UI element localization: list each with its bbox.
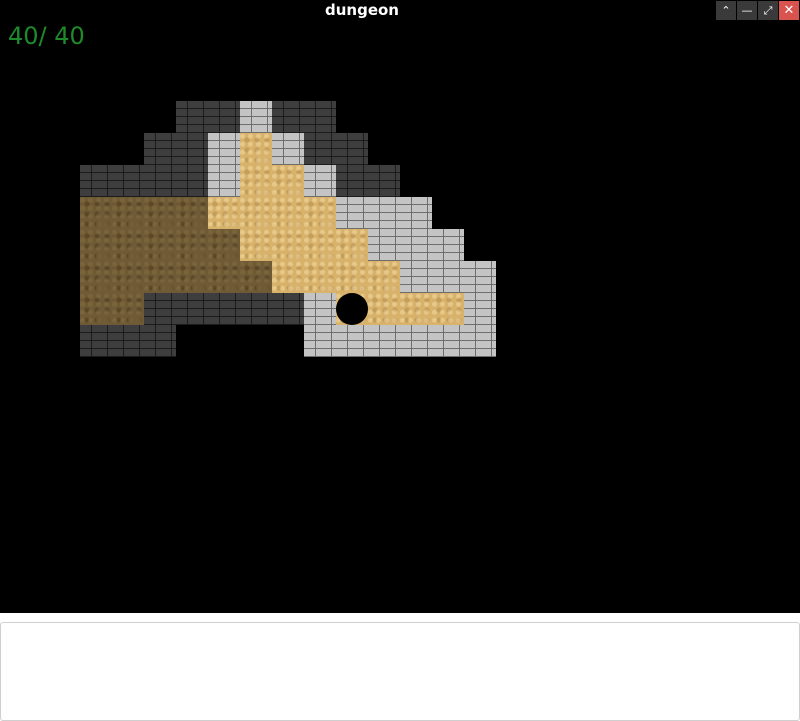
- wall-tile: [368, 165, 400, 197]
- pit-hole: [336, 293, 368, 325]
- floor-tile: [432, 293, 464, 325]
- wall-tile: [144, 133, 176, 165]
- wall-tile: [240, 101, 272, 133]
- wall-tile: [208, 293, 240, 325]
- wall-tile: [400, 261, 432, 293]
- floor-tile: [336, 229, 368, 261]
- floor-tile: [304, 261, 336, 293]
- wall-tile: [336, 197, 368, 229]
- floor-tile: [176, 229, 208, 261]
- floor-tile: [240, 197, 272, 229]
- maximize-up-button[interactable]: ⌃: [716, 1, 736, 21]
- wall-tile: [176, 293, 208, 325]
- floor-tile: [208, 261, 240, 293]
- wall-tile: [240, 293, 272, 325]
- wall-tile: [336, 165, 368, 197]
- wall-tile: [336, 133, 368, 165]
- message-console[interactable]: [0, 622, 800, 721]
- wall-tile: [272, 293, 304, 325]
- floor-tile: [368, 293, 400, 325]
- floor-tile: [272, 197, 304, 229]
- wall-tile: [176, 101, 208, 133]
- floor-tile: [240, 261, 272, 293]
- floor-tile: [144, 261, 176, 293]
- floor-tile: [112, 293, 144, 325]
- wall-tile: [464, 293, 496, 325]
- wall-tile: [144, 165, 176, 197]
- floor-tile: [112, 261, 144, 293]
- floor-tile: [304, 229, 336, 261]
- floor-tile: [400, 293, 432, 325]
- wall-tile: [144, 293, 176, 325]
- close-button[interactable]: ✕: [779, 1, 799, 21]
- floor-tile: [80, 261, 112, 293]
- game-viewport[interactable]: 40/ 40: [0, 20, 800, 613]
- wall-tile: [112, 165, 144, 197]
- wall-tile: [368, 229, 400, 261]
- floor-tile: [80, 229, 112, 261]
- wall-tile: [464, 325, 496, 357]
- hp-counter: 40/ 40: [8, 22, 85, 50]
- wall-tile: [272, 133, 304, 165]
- wall-tile: [336, 325, 368, 357]
- wall-tile: [176, 165, 208, 197]
- floor-tile: [176, 197, 208, 229]
- wall-tile: [272, 101, 304, 133]
- floor-tile: [80, 293, 112, 325]
- floor-tile: [240, 133, 272, 165]
- floor-tile: [112, 229, 144, 261]
- wall-tile: [208, 165, 240, 197]
- floor-tile: [144, 229, 176, 261]
- wall-tile: [400, 325, 432, 357]
- wall-tile: [368, 325, 400, 357]
- wall-tile: [368, 197, 400, 229]
- floor-tile: [272, 261, 304, 293]
- wall-tile: [304, 101, 336, 133]
- floor-tile: [368, 261, 400, 293]
- window-titlebar[interactable]: dungeon ⌃ — ⤢ ✕: [0, 0, 800, 21]
- floor-tile: [272, 165, 304, 197]
- floor-tile: [304, 197, 336, 229]
- wall-tile: [112, 325, 144, 357]
- wall-tile: [400, 197, 432, 229]
- floor-tile: [80, 197, 112, 229]
- wall-tile: [304, 293, 336, 325]
- wall-tile: [464, 261, 496, 293]
- floor-tile: [144, 197, 176, 229]
- floor-tile: [176, 261, 208, 293]
- wall-tile: [208, 101, 240, 133]
- wall-tile: [432, 261, 464, 293]
- wall-tile: [432, 325, 464, 357]
- floor-tile: [240, 229, 272, 261]
- floor-tile: [208, 197, 240, 229]
- window-title: dungeon: [325, 1, 399, 19]
- floor-tile: [336, 261, 368, 293]
- wall-tile: [304, 133, 336, 165]
- wall-tile: [144, 325, 176, 357]
- wall-tile: [304, 325, 336, 357]
- floor-tile: [208, 229, 240, 261]
- floor-tile: [272, 229, 304, 261]
- wall-tile: [400, 229, 432, 261]
- floor-tile: [112, 197, 144, 229]
- floor-tile: [240, 165, 272, 197]
- wall-tile: [80, 325, 112, 357]
- wall-tile: [304, 165, 336, 197]
- wall-tile: [208, 133, 240, 165]
- dungeon-map: [0, 20, 800, 613]
- wall-tile: [432, 229, 464, 261]
- wall-tile: [176, 133, 208, 165]
- minimize-button[interactable]: —: [737, 1, 757, 21]
- restore-button[interactable]: ⤢: [758, 1, 778, 21]
- wall-tile: [80, 165, 112, 197]
